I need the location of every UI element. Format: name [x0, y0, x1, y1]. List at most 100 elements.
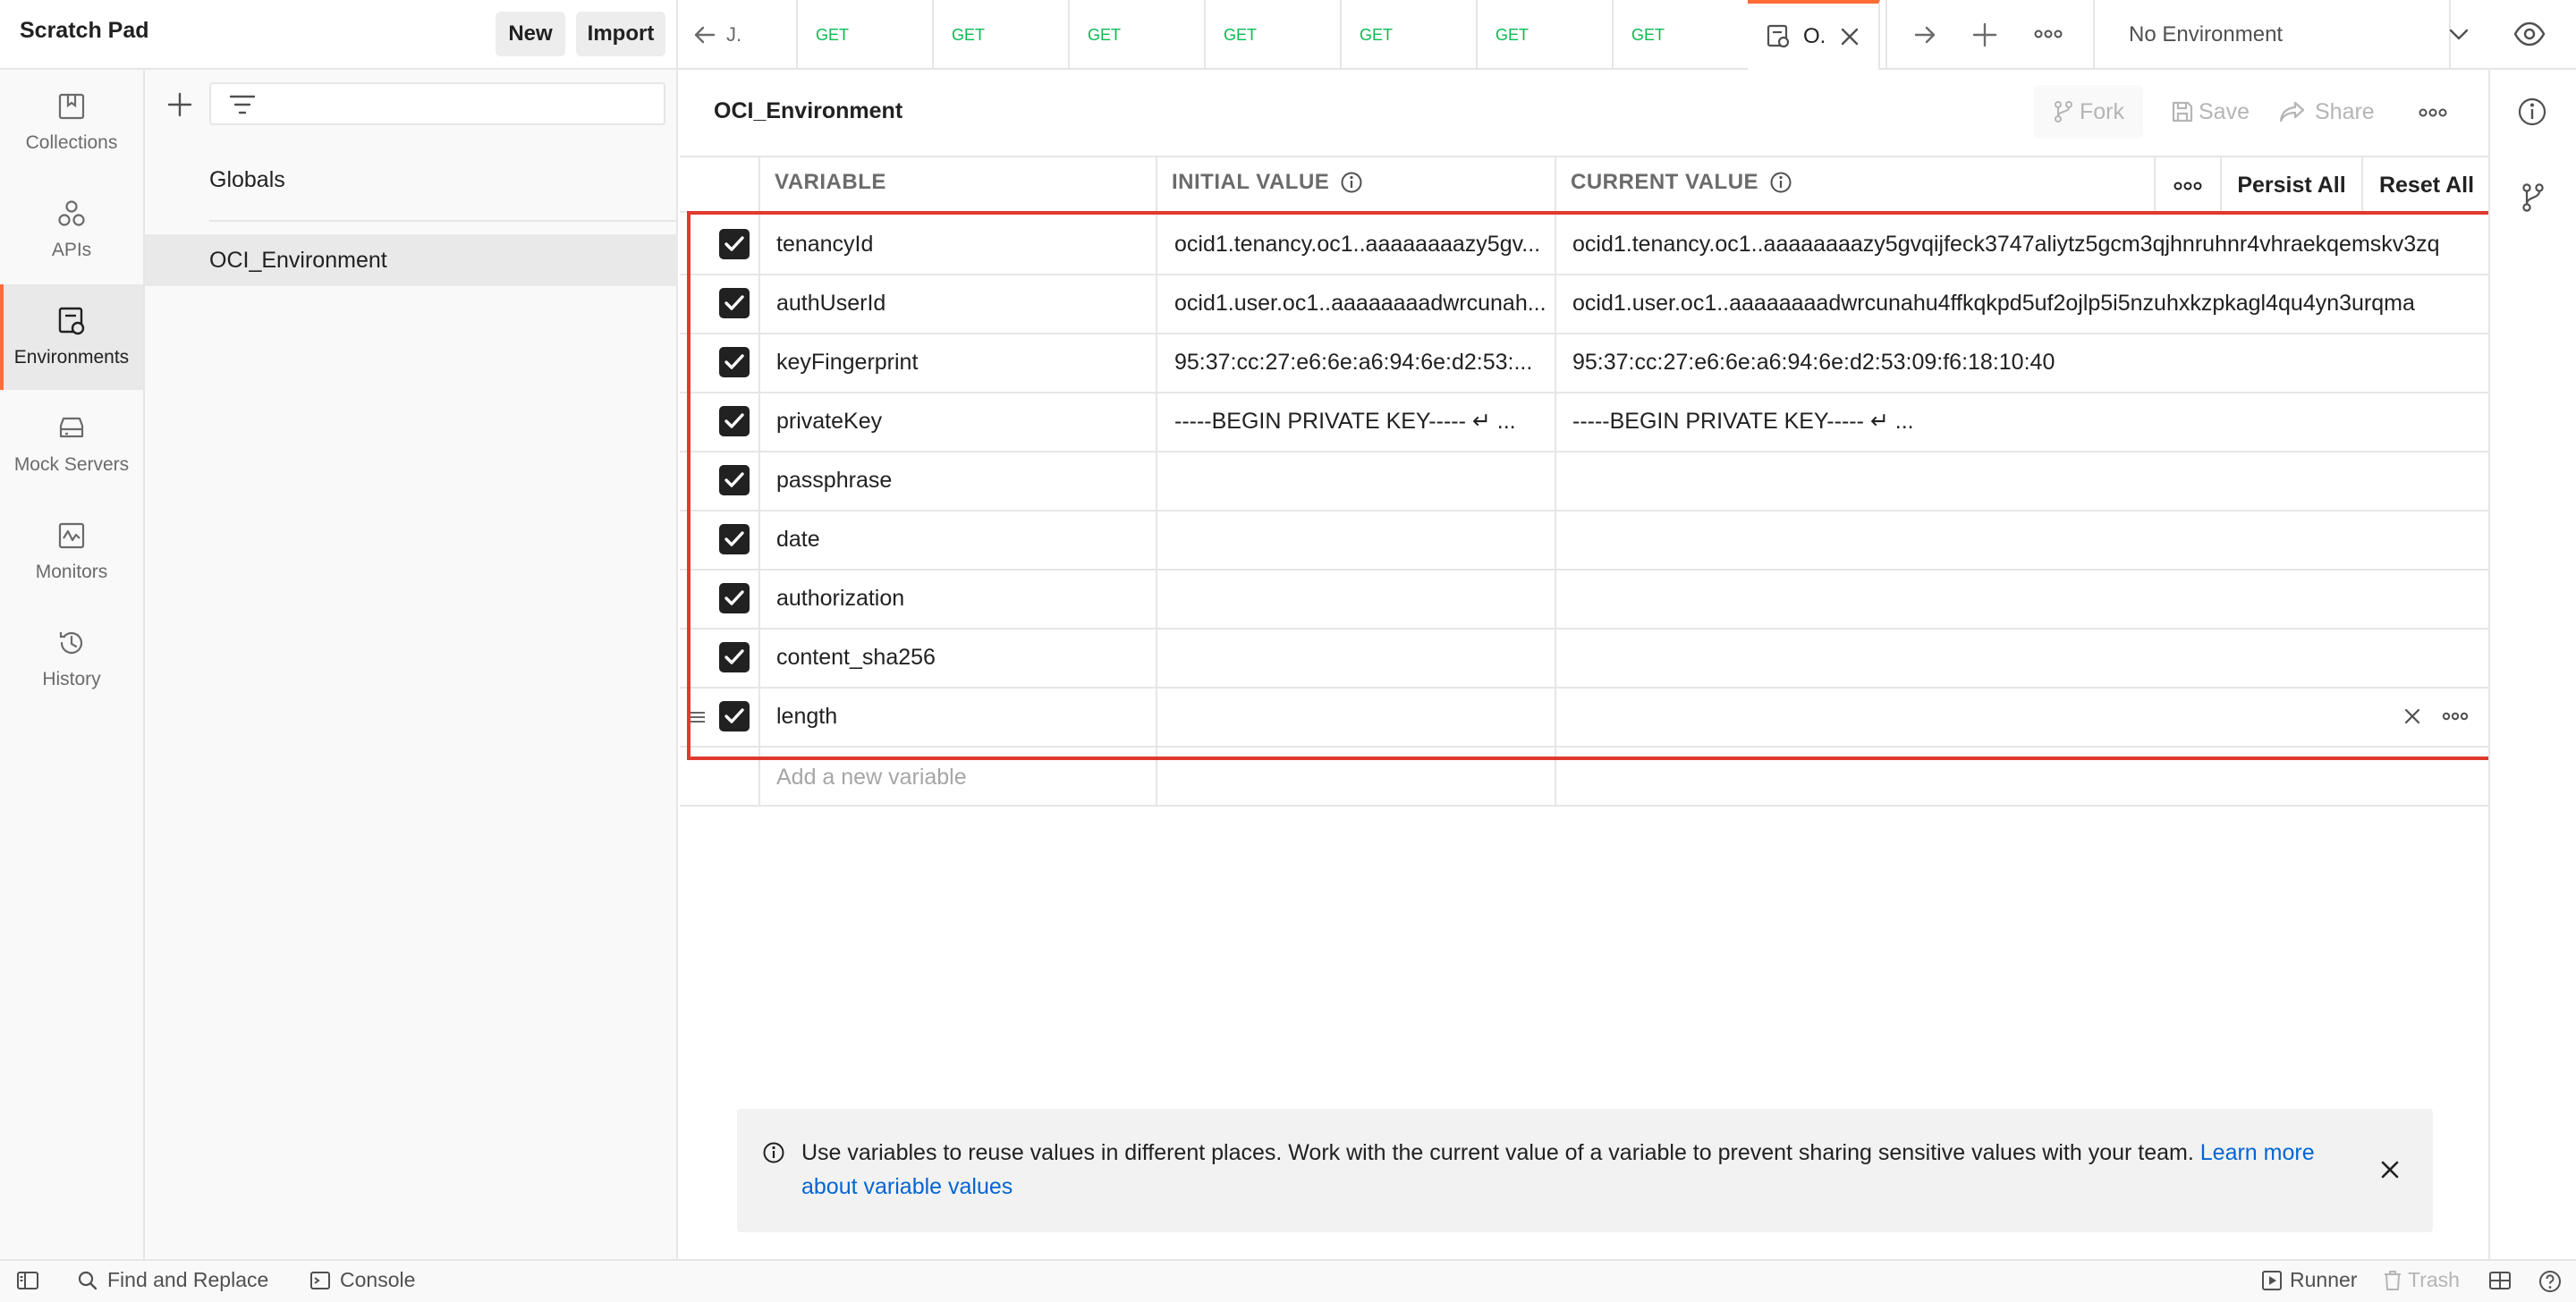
reset-all-button[interactable]: Reset All [2363, 157, 2490, 213]
add-variable-placeholder[interactable]: Add a new variable [776, 748, 1161, 807]
variable-row[interactable]: length [680, 687, 2490, 746]
current-value[interactable] [1572, 687, 2476, 746]
fork-button[interactable]: Fork [2034, 85, 2143, 139]
import-button[interactable]: Import [576, 12, 665, 56]
variable-row[interactable]: keyFingerprint 95:37:cc:27:e6:6e:a6:94:6… [680, 333, 2490, 392]
close-icon[interactable] [1838, 25, 1861, 48]
tab-request[interactable]: GET [1070, 0, 1206, 70]
initial-value[interactable] [1174, 628, 1559, 687]
eye-icon[interactable] [2513, 20, 2546, 48]
persist-all-button[interactable]: Persist All [2222, 157, 2361, 213]
environment-selector[interactable]: No Environment [2093, 0, 2451, 70]
new-button[interactable]: New [496, 12, 565, 56]
environment-item-oci-environment[interactable]: OCI_Environment [145, 234, 678, 286]
tab-request[interactable]: GET [1206, 0, 1342, 70]
tab-request[interactable]: GET [1614, 0, 1750, 70]
enabled-checkbox[interactable] [719, 229, 750, 259]
add-variable-row[interactable]: Add a new variable [680, 748, 2490, 807]
variable-name[interactable]: authorization [776, 569, 1161, 628]
initial-value[interactable] [1174, 451, 1559, 510]
info-icon[interactable] [2517, 97, 2547, 127]
variable-name[interactable]: privateKey [776, 392, 1161, 451]
new-tab-plus-icon[interactable] [1971, 21, 1998, 48]
current-value[interactable] [1572, 628, 2476, 687]
enabled-checkbox[interactable] [719, 406, 750, 436]
forward-arrow-icon[interactable] [1912, 22, 1937, 47]
enabled-checkbox[interactable] [719, 524, 750, 554]
environment-search-input[interactable] [209, 82, 665, 125]
variable-row[interactable]: authorization [680, 569, 2490, 628]
variable-name[interactable]: date [776, 510, 1161, 569]
variable-row[interactable]: content_sha256 [680, 628, 2490, 687]
help-icon[interactable] [2538, 1270, 2562, 1293]
initial-value[interactable]: 95:37:cc:27:e6:6e:a6:94:6e:d2:53:... [1174, 333, 1559, 392]
initial-value[interactable]: -----BEGIN PRIVATE KEY----- ↵ ... [1174, 392, 1559, 451]
tab-request[interactable]: GET [934, 0, 1070, 70]
delete-row-close-icon[interactable] [2402, 706, 2422, 726]
current-value[interactable]: ocid1.tenancy.oc1..aaaaaaaazy5gvqijfeck3… [1572, 215, 2476, 274]
sidebar-item-mock-servers[interactable]: Mock Servers [0, 392, 143, 497]
tab-request[interactable]: GET [1342, 0, 1478, 70]
runner-button[interactable]: Runner [2261, 1268, 2357, 1292]
initial-value[interactable] [1174, 510, 1559, 569]
environment-item-globals[interactable]: Globals [145, 154, 678, 206]
initial-value[interactable]: ocid1.tenancy.oc1..aaaaaaaazy5gv... [1174, 215, 1559, 274]
runner-icon [2261, 1270, 2283, 1291]
variable-name[interactable]: content_sha256 [776, 628, 1161, 687]
drag-handle-icon[interactable] [689, 708, 707, 726]
enabled-checkbox[interactable] [719, 288, 750, 318]
current-value[interactable] [1572, 451, 2476, 510]
variable-name[interactable]: tenancyId [776, 215, 1161, 274]
initial-value[interactable]: ocid1.user.oc1..aaaaaaaadwrcunah... [1174, 274, 1559, 333]
two-pane-view-icon[interactable] [2488, 1270, 2512, 1291]
current-value[interactable] [1572, 510, 2476, 569]
current-value[interactable]: ocid1.user.oc1..aaaaaaaadwrcunahu4ffkqkp… [1572, 274, 2476, 333]
enabled-checkbox[interactable] [719, 642, 750, 672]
info-icon[interactable] [1769, 171, 1792, 194]
variable-row[interactable]: tenancyId ocid1.tenancy.oc1..aaaaaaaazy5… [680, 215, 2490, 274]
variable-name[interactable]: length [776, 687, 1161, 746]
sidebar-item-collections[interactable]: Collections [0, 70, 143, 175]
share-button[interactable]: Share [2279, 85, 2375, 139]
variable-name[interactable]: authUserId [776, 274, 1161, 333]
console-button[interactable]: Console [309, 1268, 415, 1292]
variable-row[interactable]: privateKey -----BEGIN PRIVATE KEY----- ↵… [680, 392, 2490, 451]
enabled-checkbox[interactable] [719, 465, 750, 495]
more-tabs-icon[interactable] [2034, 27, 2063, 41]
variable-name[interactable]: keyFingerprint [776, 333, 1161, 392]
info-icon[interactable] [1340, 171, 1363, 194]
variable-row[interactable]: authUserId ocid1.user.oc1..aaaaaaaadwrcu… [680, 274, 2490, 333]
tab-oci-environment[interactable]: O. [1748, 0, 1880, 70]
current-value[interactable]: 95:37:cc:27:e6:6e:a6:94:6e:d2:53:09:f6:1… [1572, 333, 2476, 392]
trash-button[interactable]: Trash [2383, 1268, 2460, 1292]
tab-request[interactable]: GET [1478, 0, 1614, 70]
find-and-replace-button[interactable]: Find and Replace [77, 1268, 268, 1292]
close-banner-icon[interactable] [2379, 1159, 2401, 1180]
initial-value[interactable] [1174, 569, 1559, 628]
sidebar-item-history[interactable]: History [0, 606, 143, 712]
filter-icon[interactable] [229, 93, 256, 116]
tab-request[interactable]: J. [678, 0, 798, 70]
sidebar-item-monitors[interactable]: Monitors [0, 499, 143, 604]
enabled-checkbox[interactable] [719, 347, 750, 377]
column-options-icon[interactable] [2174, 179, 2202, 193]
row-options-icon[interactable] [2442, 710, 2469, 723]
enabled-checkbox[interactable] [719, 583, 750, 613]
add-environment-plus-icon[interactable] [166, 91, 193, 118]
arrow-left-icon[interactable] [692, 22, 717, 47]
variable-row[interactable]: date [680, 510, 2490, 569]
current-value[interactable]: -----BEGIN PRIVATE KEY----- ↵ ... [1572, 392, 2476, 451]
current-value[interactable] [1572, 569, 2476, 628]
chevron-down-icon[interactable] [2447, 25, 2470, 43]
initial-value[interactable] [1174, 687, 1559, 746]
save-button[interactable]: Save [2170, 85, 2250, 139]
more-actions-icon[interactable] [2419, 106, 2447, 120]
variable-row[interactable]: passphrase [680, 451, 2490, 510]
enabled-checkbox[interactable] [719, 701, 750, 731]
sidebar-item-environments[interactable]: Environments [0, 284, 143, 390]
sidebar-item-apis[interactable]: APIs [0, 177, 143, 283]
toggle-sidebar-icon[interactable] [16, 1270, 39, 1291]
tab-request[interactable]: GET [798, 0, 934, 70]
fork-icon[interactable] [2521, 182, 2546, 213]
variable-name[interactable]: passphrase [776, 451, 1161, 510]
